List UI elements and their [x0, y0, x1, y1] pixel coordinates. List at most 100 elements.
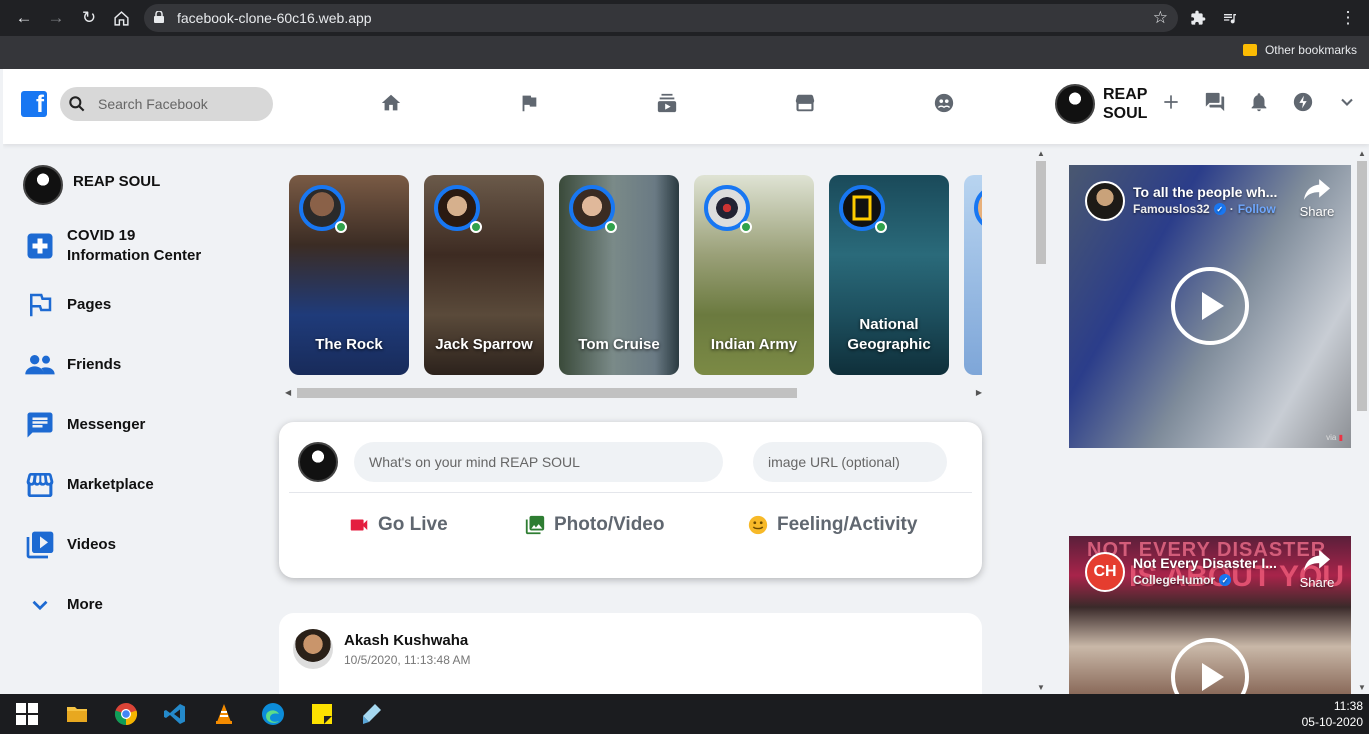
- taskbar-clock[interactable]: 11:38 05-10-2020: [1302, 698, 1363, 730]
- scroll-right-icon[interactable]: ▶: [976, 388, 982, 397]
- story-card[interactable]: Tom Cruise: [559, 175, 679, 375]
- subscriptions-icon[interactable]: [655, 91, 679, 115]
- windows-start-icon[interactable]: [16, 703, 38, 725]
- bookmark-other[interactable]: Other bookmarks: [1242, 43, 1357, 57]
- facebook-logo-icon[interactable]: f: [21, 91, 47, 117]
- story-card[interactable]: Jack Sparrow: [424, 175, 544, 375]
- video-embed[interactable]: To all the people wh... Famouslos32 ✓ · …: [1069, 165, 1351, 448]
- avatar: [1055, 84, 1095, 124]
- sidebar-item-profile[interactable]: REAP SOUL: [23, 165, 160, 205]
- online-indicator: [875, 221, 887, 233]
- address-bar[interactable]: facebook-clone-60c16.web.app ☆: [144, 4, 1178, 32]
- vlc-icon[interactable]: [212, 702, 236, 726]
- supervised-user-icon[interactable]: [932, 91, 956, 115]
- stories-scrollbar[interactable]: ◀ ▶: [285, 385, 982, 401]
- bookmark-star-icon[interactable]: ☆: [1153, 8, 1168, 28]
- post-author[interactable]: Akash Kushwaha: [344, 632, 468, 649]
- sidebar-item-marketplace[interactable]: Marketplace: [23, 468, 154, 502]
- chrome-icon[interactable]: [114, 702, 138, 726]
- expand-more-icon[interactable]: [1334, 89, 1360, 115]
- top-header: f REAP SOUL: [3, 69, 1369, 144]
- photo-video-button[interactable]: Photo/Video: [524, 514, 664, 536]
- share-button[interactable]: Share: [1297, 550, 1337, 590]
- story-card[interactable]: The Rock: [289, 175, 409, 375]
- video-title[interactable]: To all the people wh...: [1133, 184, 1277, 200]
- scrollbar-thumb[interactable]: [297, 388, 797, 398]
- home-icon[interactable]: [109, 6, 133, 30]
- flag-icon[interactable]: [517, 91, 541, 115]
- add-icon[interactable]: [1158, 89, 1184, 115]
- video-title[interactable]: Not Every Disaster I...: [1133, 555, 1277, 571]
- expand-more-icon: [23, 588, 57, 622]
- sidebar-item-label: Marketplace: [67, 476, 154, 493]
- sidebar-item-messenger[interactable]: Messenger: [23, 408, 145, 442]
- feed-scrollbar[interactable]: ▲ ▼: [1033, 147, 1049, 694]
- avatar[interactable]: [293, 629, 333, 669]
- sidebar-scrollbar[interactable]: ▲ ▼: [1355, 147, 1369, 694]
- watermark: via ▮: [1326, 433, 1343, 442]
- post-timestamp: 10/5/2020, 11:13:48 AM: [344, 653, 471, 667]
- home-icon[interactable]: [379, 91, 403, 115]
- forward-icon[interactable]: →: [44, 6, 68, 30]
- edge-icon[interactable]: [261, 702, 285, 726]
- forum-icon[interactable]: [1202, 89, 1228, 115]
- sidebar-item-covid[interactable]: COVID 19 Information Center: [23, 226, 201, 266]
- sidebar-item-more[interactable]: More: [23, 588, 103, 622]
- channel-avatar[interactable]: CH: [1085, 552, 1125, 592]
- story-card[interactable]: National Geographic: [829, 175, 949, 375]
- notifications-icon[interactable]: [1246, 89, 1272, 115]
- option-label: Go Live: [378, 514, 448, 535]
- file-explorer-icon[interactable]: [65, 702, 89, 726]
- clock-date: 05-10-2020: [1301, 715, 1363, 729]
- menu-kebab-icon[interactable]: ⋮: [1336, 6, 1360, 30]
- avatar: [298, 442, 338, 482]
- option-label: Feeling/Activity: [777, 514, 918, 535]
- stories-reel: The Rock Jack Sparrow Tom Cruise Indian …: [287, 173, 982, 376]
- storm-icon[interactable]: [1290, 89, 1316, 115]
- sidebar-item-friends[interactable]: Friends: [23, 348, 121, 382]
- go-live-button[interactable]: Go Live: [348, 514, 448, 536]
- video-library-icon: [23, 528, 57, 562]
- play-button[interactable]: [1171, 267, 1249, 345]
- follow-link[interactable]: Follow: [1238, 202, 1276, 216]
- play-button[interactable]: [1171, 638, 1249, 694]
- image-url-input[interactable]: [753, 442, 947, 482]
- post-text-input[interactable]: [354, 442, 723, 482]
- scroll-up-icon[interactable]: ▲: [1037, 149, 1045, 158]
- search-bar[interactable]: [60, 87, 273, 121]
- scrollbar-thumb[interactable]: [1036, 161, 1046, 264]
- scrollbar-thumb[interactable]: [1357, 161, 1367, 411]
- bookmark-label: Other bookmarks: [1264, 43, 1357, 57]
- feeling-activity-button[interactable]: Feeling/Activity: [747, 514, 917, 536]
- story-card[interactable]: Indian Army: [694, 175, 814, 375]
- channel-avatar[interactable]: [1085, 181, 1125, 221]
- search-input[interactable]: [98, 94, 263, 114]
- avatar: [23, 165, 63, 205]
- verified-icon: ✓: [1213, 203, 1226, 215]
- online-indicator: [740, 221, 752, 233]
- video-embed[interactable]: NOT EVERY DISASTER IS ABOUT YOU CH Not E…: [1069, 536, 1351, 694]
- back-icon[interactable]: ←: [12, 6, 36, 30]
- scroll-left-icon[interactable]: ◀: [285, 388, 291, 397]
- scroll-down-icon[interactable]: ▼: [1358, 683, 1366, 692]
- option-label: Photo/Video: [554, 514, 665, 535]
- vscode-icon[interactable]: [163, 702, 187, 726]
- sticky-notes-icon[interactable]: [310, 702, 334, 726]
- scroll-up-icon[interactable]: ▲: [1358, 149, 1366, 158]
- sidebar-item-pages[interactable]: Pages: [23, 288, 111, 322]
- left-sidebar: REAP SOUL COVID 19 Information Center Pa…: [3, 144, 263, 694]
- header-profile[interactable]: REAP SOUL: [1055, 83, 1147, 125]
- share-arrow-icon: [1304, 550, 1330, 571]
- reload-icon[interactable]: ↻: [77, 6, 101, 30]
- share-button[interactable]: Share: [1297, 179, 1337, 219]
- local-hospital-icon: [23, 229, 57, 263]
- extensions-icon[interactable]: [1186, 6, 1210, 30]
- scroll-down-icon[interactable]: ▼: [1037, 683, 1045, 692]
- media-control-icon[interactable]: [1218, 6, 1242, 30]
- snipping-tool-icon[interactable]: [359, 702, 383, 726]
- storefront-icon[interactable]: [793, 91, 817, 115]
- sidebar-item-label: Information Center: [67, 247, 202, 264]
- story-card[interactable]: [964, 175, 982, 375]
- sidebar-item-videos[interactable]: Videos: [23, 528, 116, 562]
- online-indicator: [470, 221, 482, 233]
